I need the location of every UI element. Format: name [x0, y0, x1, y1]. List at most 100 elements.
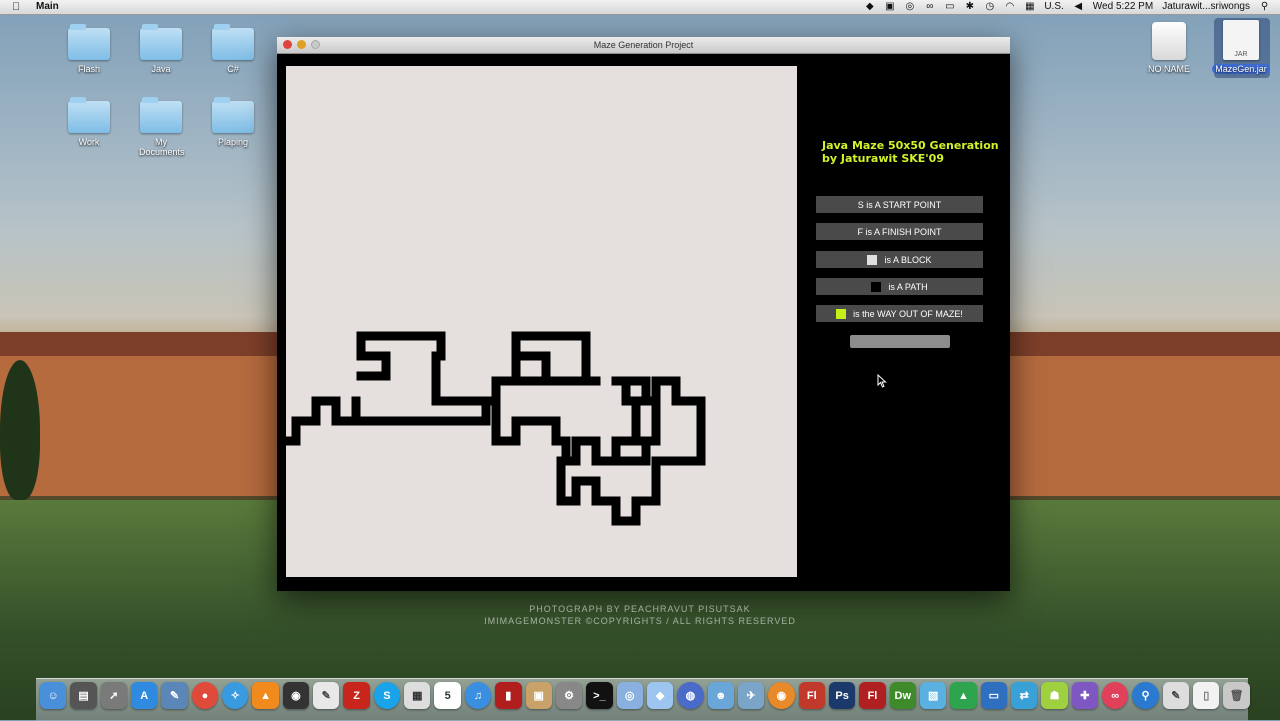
character-app-icon[interactable]: ☻: [707, 682, 734, 709]
display-icon[interactable]: ▭: [944, 0, 955, 14]
dreamweaver-icon[interactable]: Dw: [889, 682, 916, 709]
desktop-drive-no-name[interactable]: NO NAME: [1134, 22, 1204, 74]
folder-icon: [68, 97, 110, 133]
jar-file-tag: JAR: [1234, 51, 1248, 58]
bluetooth-icon[interactable]: ✱: [964, 0, 975, 14]
file-transfer-icon[interactable]: ⇄: [1011, 682, 1038, 709]
window-titlebar[interactable]: Maze Generation Project: [277, 37, 1010, 54]
desktop-folder-work[interactable]: Work: [54, 97, 124, 147]
legend-start-label: S is A START POINT: [857, 199, 942, 210]
dropbox-icon[interactable]: ◆: [864, 0, 875, 14]
legend-finish-point-button[interactable]: F is A FINISH POINT: [816, 223, 983, 240]
image-capture-icon[interactable]: ▧: [919, 682, 947, 709]
system-preferences-icon[interactable]: ⚙: [555, 682, 583, 709]
sync-app-icon[interactable]: ◎: [616, 682, 643, 709]
folder-icon: [68, 24, 110, 60]
text-edit-icon[interactable]: ✎: [313, 682, 340, 709]
path-swatch-icon: [871, 281, 882, 292]
flash-icon[interactable]: Fl: [859, 682, 886, 709]
android-file-icon[interactable]: ☗: [1041, 682, 1068, 709]
generate-maze-button[interactable]: [850, 335, 950, 348]
calendar-icon[interactable]: 5: [434, 682, 461, 709]
trash-icon[interactable]: 🗑: [1223, 682, 1250, 709]
app-menu-title[interactable]: Main: [36, 0, 59, 14]
clock[interactable]: Wed 5:22 PM: [1093, 0, 1153, 14]
apple-menu-icon[interactable]: : [12, 0, 20, 14]
wifi-icon[interactable]: ◠: [1004, 0, 1015, 14]
blender-icon[interactable]: ◉: [768, 682, 795, 709]
creative-suite-icon[interactable]: ∞: [1102, 682, 1129, 709]
filezilla-icon[interactable]: Z: [343, 682, 370, 709]
cube-app-icon[interactable]: ◆: [646, 682, 674, 709]
dock-icons: ☺ ▤ ➚ A ✎ ● ✧ ▲ ◉ ✎ Z S ▦ 5 ♫ ▮ ▣ ⚙ >_ ◎…: [40, 682, 1250, 714]
user-name[interactable]: Jaturawit...sriwongs: [1162, 0, 1250, 14]
flag-icon[interactable]: ▦: [1024, 0, 1035, 14]
drive-icon: [1152, 22, 1186, 60]
vlc-icon[interactable]: ▲: [252, 682, 279, 709]
clipboard-icon[interactable]: ▣: [884, 0, 895, 14]
menu-bar:  Main ◆ ▣ ◎ ∞ ▭ ✱ ◷ ◠ ▦ U.S. ◀ Wed 5:22…: [0, 0, 1280, 15]
sync-icon[interactable]: ◎: [904, 0, 915, 14]
desktop-folder-label: Java: [151, 64, 171, 74]
grid-app-icon[interactable]: ✚: [1071, 682, 1099, 709]
iphoto-icon[interactable]: ▣: [525, 682, 552, 709]
window-title: Maze Generation Project: [593, 40, 694, 50]
desktop-folder-java[interactable]: Java: [126, 24, 196, 74]
google-drive-icon[interactable]: ▲: [950, 682, 977, 709]
desktop-folder-label: Work: [78, 137, 100, 147]
flash-cs-icon[interactable]: Fl: [798, 682, 825, 709]
background-roof-left: [0, 332, 277, 356]
folder-icon: [212, 97, 254, 133]
spotlight-search-icon[interactable]: ⚲: [1259, 0, 1270, 14]
mouse-cursor-icon: [877, 374, 887, 388]
menu-extras: ◆ ▣ ◎ ∞ ▭ ✱ ◷ ◠ ▦ U.S. ◀ Wed 5:22 PM Jat…: [864, 0, 1270, 14]
safari-icon[interactable]: ✧: [222, 682, 249, 709]
folder-icon: [140, 97, 182, 133]
facetime-icon[interactable]: ◉: [282, 682, 310, 709]
desktop-file-mazegen-jar[interactable]: JAR MazeGen.jar: [1206, 20, 1276, 74]
input-locale[interactable]: U.S.: [1044, 0, 1063, 14]
maze-canvas: [286, 66, 797, 577]
itunes-icon[interactable]: ♫: [464, 682, 492, 709]
legend-block-label: is A BLOCK: [884, 254, 932, 265]
remote-desktop-icon[interactable]: ▭: [980, 682, 1007, 709]
desktop-folder-label: Plaping: [217, 137, 249, 147]
legend-path-button[interactable]: is A PATH: [816, 278, 983, 295]
photo-booth-icon[interactable]: ▮: [495, 682, 522, 709]
time-machine-icon[interactable]: ◷: [984, 0, 995, 14]
search-app-icon[interactable]: ⚲: [1132, 682, 1159, 709]
script-editor-icon[interactable]: ✎: [1162, 682, 1190, 709]
desktop-folder-csharp[interactable]: C#: [198, 24, 268, 74]
legend-block-button[interactable]: is A BLOCK: [816, 251, 983, 268]
legend-finish-label: F is A FINISH POINT: [857, 226, 942, 237]
chrome-icon[interactable]: ●: [191, 682, 219, 709]
terminal-icon[interactable]: >_: [586, 682, 613, 709]
dashboard-icon[interactable]: ▤: [70, 682, 97, 709]
preview-icon[interactable]: ✎: [161, 682, 188, 709]
maze-block-area: [286, 66, 797, 577]
volume-icon[interactable]: ◀: [1073, 0, 1084, 14]
finder-icon[interactable]: ☺: [40, 682, 67, 709]
desktop-folder-flash[interactable]: Flash: [54, 24, 124, 74]
adobe-cs-icon[interactable]: ∞: [924, 0, 935, 14]
document-stack-icon[interactable]: ▯: [1193, 682, 1220, 709]
jar-file-icon: JAR: [1223, 20, 1259, 60]
app-store-icon[interactable]: A: [131, 682, 158, 709]
dolphin-app-icon[interactable]: ✈: [737, 682, 765, 709]
photoshop-icon[interactable]: Ps: [828, 682, 856, 709]
background-building-right: [1010, 356, 1280, 496]
folder-icon: [212, 24, 254, 60]
desktop-folder-my-documents[interactable]: My Documents: [126, 97, 196, 157]
desktop-folder-playing[interactable]: Plaping: [198, 97, 268, 147]
network-globe-icon[interactable]: ◍: [677, 682, 704, 709]
skype-icon[interactable]: S: [373, 682, 401, 709]
desktop-drive-label: NO NAME: [1147, 64, 1190, 74]
info-title: Java Maze 50x50 Generation: [822, 139, 999, 152]
block-swatch-icon: [867, 254, 878, 265]
legend-way-out-button[interactable]: is the WAY OUT OF MAZE!: [816, 305, 983, 322]
legend-path-label: is A PATH: [888, 281, 928, 292]
calculator-icon[interactable]: ▦: [404, 682, 431, 709]
launchpad-icon[interactable]: ➚: [100, 682, 128, 709]
legend-start-point-button[interactable]: S is A START POINT: [816, 196, 983, 213]
background-building-left: [0, 356, 277, 496]
